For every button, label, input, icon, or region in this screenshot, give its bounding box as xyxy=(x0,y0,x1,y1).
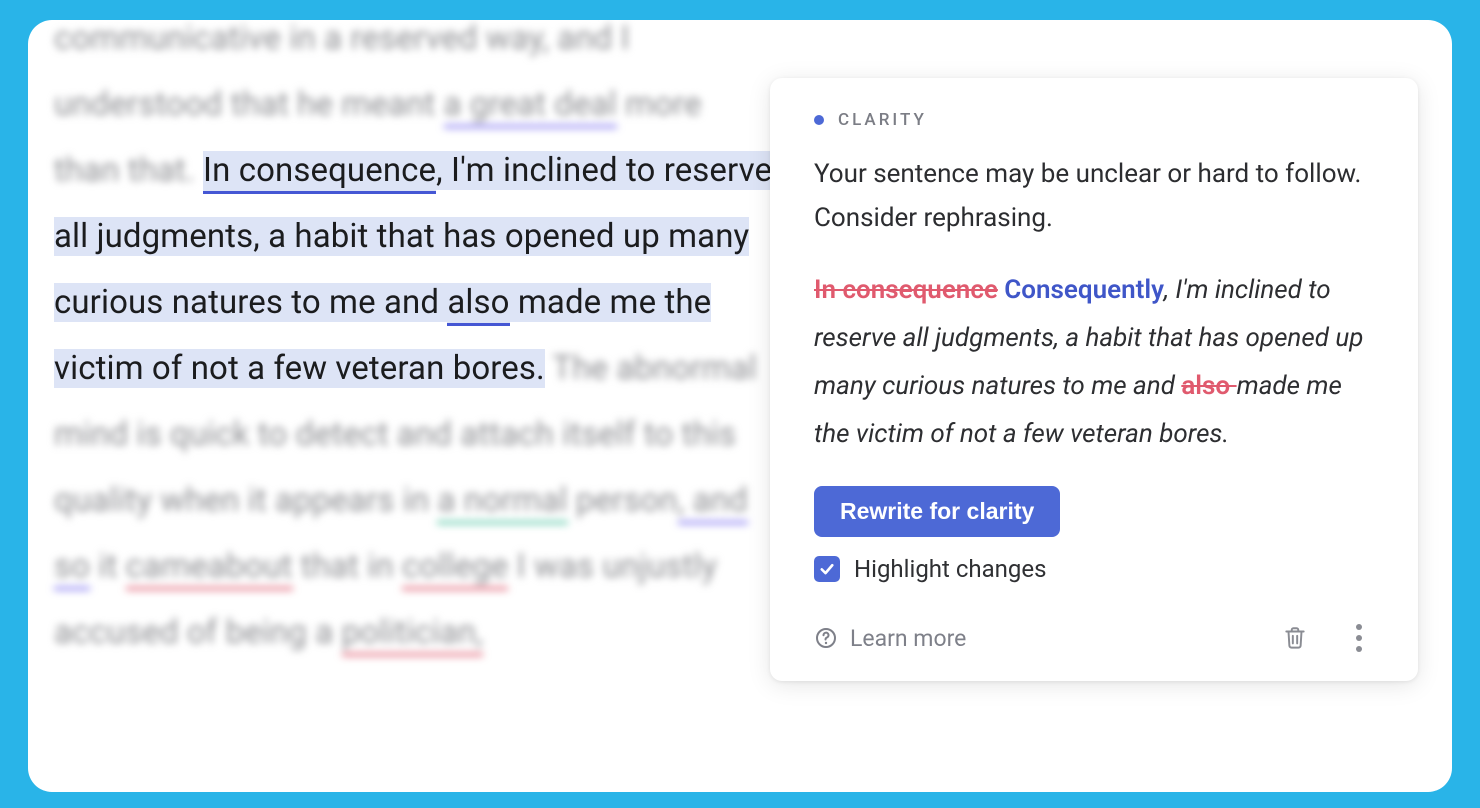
more-options-button[interactable] xyxy=(1344,623,1374,653)
underlined-phrase-politician: politician, xyxy=(342,613,483,656)
checkmark-icon xyxy=(818,560,836,578)
suggestion-description: Your sentence may be unclear or hard to … xyxy=(814,152,1374,240)
strike-text: also xyxy=(1181,371,1236,401)
document-card: communicative in a reserved way, and I u… xyxy=(28,20,1452,792)
highlighted-in-consequence[interactable]: In consequence xyxy=(203,151,436,194)
strike-text: In consequence xyxy=(814,275,998,305)
category-dot-icon xyxy=(814,115,824,125)
suggestion-card: CLARITY Your sentence may be unclear or … xyxy=(770,78,1418,681)
rewrite-button[interactable]: Rewrite for clarity xyxy=(814,486,1060,537)
suggestion-header: CLARITY xyxy=(814,110,1374,130)
highlight-changes-row: Highlight changes xyxy=(814,555,1374,583)
trash-icon xyxy=(1282,625,1308,651)
footer-icons xyxy=(1280,623,1374,653)
learn-more-link[interactable]: Learn more xyxy=(814,625,966,652)
highlighted-also[interactable]: also xyxy=(447,283,509,326)
help-circle-icon xyxy=(814,626,838,650)
document-text[interactable]: communicative in a reserved way, and I u… xyxy=(54,20,774,666)
suggestion-category: CLARITY xyxy=(838,110,927,130)
blurred-text: that in xyxy=(293,547,402,586)
app-stage: communicative in a reserved way, and I u… xyxy=(0,0,1480,808)
suggestion-footer: Learn more xyxy=(814,623,1374,653)
kebab-icon xyxy=(1355,624,1363,652)
underlined-phrase-college: college xyxy=(402,547,508,590)
underlined-phrase-cameabout: cameabout xyxy=(126,547,293,590)
delete-button[interactable] xyxy=(1280,623,1310,653)
highlight-changes-label: Highlight changes xyxy=(854,555,1047,583)
suggestion-rewrite: In consequence Consequently, I'm incline… xyxy=(814,266,1374,458)
blurred-text: it xyxy=(90,547,126,586)
insert-text: Consequently xyxy=(1004,275,1164,305)
learn-more-label: Learn more xyxy=(850,625,966,652)
underlined-phrase-great-deal: a great deal xyxy=(444,85,617,128)
highlight-changes-checkbox[interactable] xyxy=(814,556,840,582)
underlined-phrase-a-normal: a normal xyxy=(437,481,567,524)
blurred-text: person xyxy=(568,481,678,520)
